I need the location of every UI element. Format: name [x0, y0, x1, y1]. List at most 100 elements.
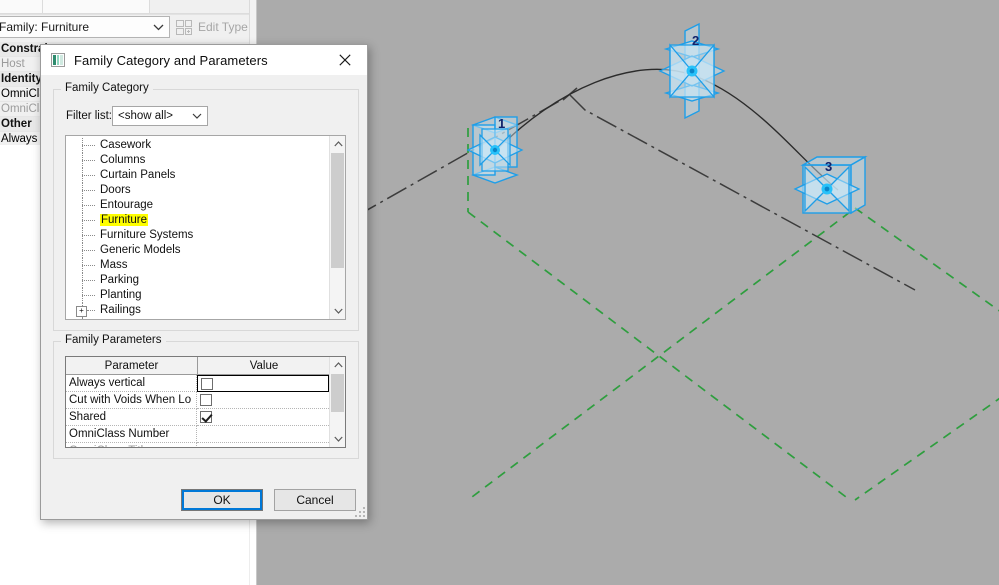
tree-dash [82, 175, 95, 176]
family-category-and-parameters-dialog: Family Category and Parameters Family Ca… [40, 44, 368, 520]
chevron-down-icon[interactable] [330, 303, 345, 319]
reference-planes [467, 128, 999, 501]
ref-plane-diag-4 [854, 397, 999, 501]
tree-dash [87, 310, 95, 311]
table-row[interactable]: Always vertical [66, 375, 345, 392]
category-label: Casework [100, 139, 152, 151]
scrollbar-thumb[interactable] [331, 374, 344, 412]
edit-type-icon [176, 19, 193, 35]
category-label: Parking [100, 274, 139, 286]
column-header-value[interactable]: Value [198, 357, 330, 374]
family-parameters-legend: Family Parameters [61, 334, 166, 346]
parameter-name: Shared [66, 409, 197, 426]
dialog-title-bar[interactable]: Family Category and Parameters [41, 45, 367, 75]
parameter-name: OmniClass Number [66, 426, 197, 443]
ref-plane-diag-3 [854, 207, 999, 312]
reference-point-2-label: 2 [692, 33, 699, 48]
category-item-railings[interactable]: + Railings [66, 303, 328, 318]
category-listbox[interactable]: Casework Columns Curtain Panels Doors En… [65, 135, 346, 320]
edit-type-button[interactable]: Edit Type [172, 16, 249, 38]
category-list-scrollbar[interactable] [329, 136, 345, 319]
chevron-up-icon[interactable] [330, 136, 345, 152]
category-item-parking[interactable]: Parking [66, 273, 328, 288]
category-item-furniture[interactable]: Furniture [66, 213, 328, 228]
category-label: Doors [100, 184, 131, 196]
chevron-down-icon [147, 24, 169, 31]
table-row[interactable]: Shared [66, 409, 345, 426]
chevron-down-icon [187, 111, 207, 121]
parameter-name: Always vertical [66, 375, 197, 392]
checkbox-shared[interactable] [200, 411, 212, 423]
chevron-up-icon[interactable] [330, 357, 345, 373]
tree-dash [82, 235, 95, 236]
dialog-title: Family Category and Parameters [74, 52, 268, 68]
category-label: Furniture Systems [100, 229, 194, 241]
category-label: Curtain Panels [100, 169, 176, 181]
parameter-value[interactable] [197, 443, 329, 447]
tree-dash [82, 280, 95, 281]
category-item-mass[interactable]: Mass [66, 258, 328, 273]
expand-plus-icon[interactable]: + [76, 306, 87, 317]
tree-dash [82, 250, 95, 251]
tree-dash [82, 160, 95, 161]
toolbar-segment-b [43, 0, 150, 14]
family-type-value: Family: Furniture [0, 20, 90, 34]
property-label: Other [1, 118, 32, 130]
filter-list-dropdown[interactable]: <show all> [112, 106, 208, 126]
category-item-planting[interactable]: Planting [66, 288, 328, 303]
properties-panel-toolbar [0, 0, 249, 15]
category-item-columns[interactable]: Columns [66, 153, 328, 168]
parameter-value[interactable] [197, 392, 329, 409]
toolbar-segment-a [0, 0, 43, 14]
ok-button[interactable]: OK [181, 489, 263, 511]
category-item-casework[interactable]: Casework [66, 138, 328, 153]
tree-dash [82, 265, 95, 266]
parameter-name: Cut with Voids When Lo [66, 392, 197, 409]
parameter-value[interactable] [197, 426, 329, 443]
reference-point-3: 3 [793, 155, 868, 215]
category-item-generic-models[interactable]: Generic Models [66, 243, 328, 258]
category-label: Site [100, 319, 120, 320]
reference-point-2: 2 [658, 22, 726, 120]
column-header-parameter[interactable]: Parameter [66, 357, 198, 374]
category-label: Columns [100, 154, 146, 166]
family-parameters-table[interactable]: Parameter Value Always vertical Cut with… [65, 356, 346, 448]
reference-point-1: 1 [466, 116, 524, 184]
table-row[interactable]: OmniClass Number [66, 426, 345, 443]
category-label: Entourage [100, 199, 154, 211]
category-item-entourage[interactable]: Entourage [66, 198, 328, 213]
family-parameters-group: Family Parameters Parameter Value Always… [53, 334, 359, 459]
edit-type-label: Edit Type [198, 20, 248, 34]
resize-grip-icon[interactable] [353, 505, 365, 517]
category-label: Railings [100, 304, 141, 316]
family-category-group: Family Category Filter list: <show all> … [53, 82, 359, 331]
reference-point-1-label: 1 [498, 116, 505, 131]
category-item-curtain-panels[interactable]: Curtain Panels [66, 168, 328, 183]
toolbar-segment-c [150, 0, 249, 14]
close-icon[interactable] [323, 45, 367, 75]
cancel-button[interactable]: Cancel [274, 489, 356, 511]
category-item-doors[interactable]: Doors [66, 183, 328, 198]
spline-curve [496, 68, 839, 191]
checkbox-cut-with-voids[interactable] [200, 394, 212, 406]
property-label: Host [1, 58, 25, 70]
category-item-furniture-systems[interactable]: Furniture Systems [66, 228, 328, 243]
reference-point-3-label: 3 [825, 159, 832, 174]
filter-list-label: Filter list: [66, 110, 112, 122]
parameters-table-scrollbar[interactable] [329, 357, 345, 447]
parameter-value[interactable] [197, 375, 329, 392]
tree-line [82, 318, 83, 319]
chevron-down-icon[interactable] [330, 431, 345, 447]
tree-dash [82, 145, 95, 146]
family-category-legend: Family Category [61, 82, 153, 94]
parameter-value[interactable] [197, 409, 329, 426]
checkbox-always-vertical[interactable] [201, 377, 213, 390]
table-row[interactable]: OmniClass Title [66, 443, 345, 447]
table-row[interactable]: Cut with Voids When Lo [66, 392, 345, 409]
scrollbar-thumb[interactable] [331, 153, 344, 268]
parameter-name: OmniClass Title [66, 443, 197, 447]
tree-dash [82, 205, 95, 206]
category-item-site[interactable]: Site [66, 318, 328, 320]
type-selector-row: Family: Furniture Edit Type [0, 16, 249, 40]
family-type-selector[interactable]: Family: Furniture [0, 16, 170, 38]
